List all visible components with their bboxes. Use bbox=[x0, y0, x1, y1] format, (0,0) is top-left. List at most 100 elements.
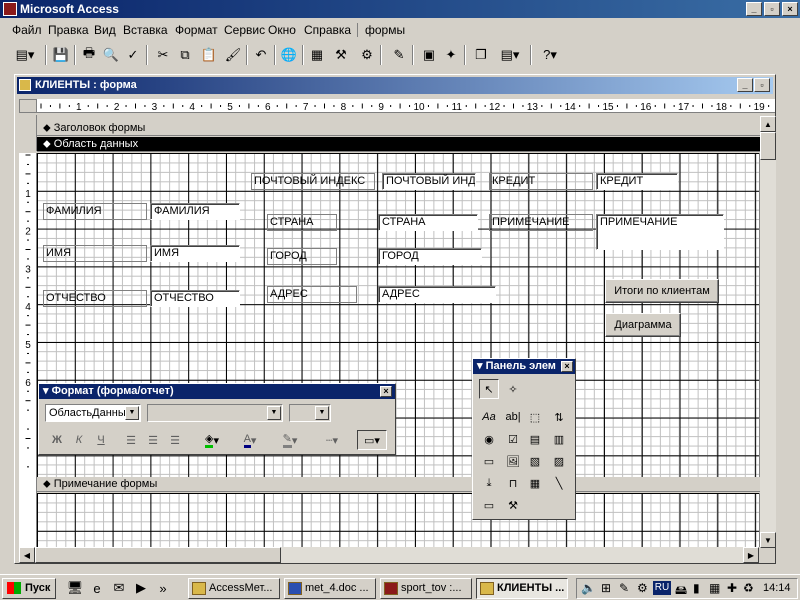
hscroll-thumb[interactable] bbox=[35, 547, 281, 563]
label-tool-icon[interactable]: Aa bbox=[479, 407, 499, 427]
more-quicklaunch-icon[interactable]: » bbox=[154, 579, 172, 597]
menu-file[interactable]: Файл bbox=[12, 23, 42, 37]
credit-label[interactable]: КРЕДИТ bbox=[489, 173, 593, 190]
select-objects-icon[interactable]: ↖ bbox=[479, 379, 499, 399]
font-size-select[interactable]: ▼ bbox=[289, 404, 331, 422]
task-access-folder[interactable]: AccessМет... bbox=[188, 578, 280, 599]
build-icon[interactable]: ✦ bbox=[440, 44, 462, 66]
volume-icon[interactable]: 🔈 bbox=[581, 581, 596, 595]
surname-field[interactable]: ФАМИЛИЯ bbox=[150, 203, 240, 220]
spelling-icon[interactable]: ✓ bbox=[122, 44, 144, 66]
form-icon[interactable] bbox=[19, 79, 31, 91]
zip-label[interactable]: ПОЧТОВЫЙ ИНДЕКС bbox=[251, 173, 375, 190]
address-field[interactable]: АДРЕС bbox=[378, 286, 496, 303]
option-group-icon[interactable]: ⬚ bbox=[525, 407, 545, 427]
copy-icon[interactable]: ⧉ bbox=[174, 44, 196, 66]
option-button-icon[interactable]: ◉ bbox=[479, 429, 499, 449]
horizontal-ruler[interactable]: 1 2 3 4 5 6 7 8 9 10 11 12 13 14 15 16 17 18 19 bbox=[37, 99, 775, 113]
line-color-icon[interactable]: ✎ ▾ bbox=[275, 430, 305, 450]
chevron-down-icon[interactable]: ▼ bbox=[125, 406, 139, 420]
align-center-icon[interactable]: ☰ bbox=[143, 430, 163, 450]
undo-icon[interactable]: ↶ bbox=[250, 44, 272, 66]
object-select[interactable]: ОбластьДанных ▼ bbox=[45, 404, 141, 422]
italic-button[interactable]: К bbox=[69, 430, 89, 450]
format-toolbar-title-bar[interactable]: ▾ Формат (форма/отчет) bbox=[39, 384, 395, 399]
unbound-object-frame-icon[interactable]: ▧ bbox=[525, 451, 545, 471]
credit-field[interactable]: КРЕДИТ bbox=[596, 173, 678, 190]
internet-explorer-icon[interactable]: e bbox=[88, 579, 106, 597]
name-label[interactable]: ИМЯ bbox=[43, 245, 147, 262]
detail-section-bar[interactable]: ⬥ Область данных bbox=[37, 137, 775, 152]
form-maximize-button[interactable]: ▫ bbox=[754, 78, 770, 92]
print-icon[interactable]: 🖶 bbox=[78, 44, 100, 66]
line-tool-icon[interactable]: ╲ bbox=[549, 473, 569, 493]
tray-app-icon[interactable]: ✚ bbox=[727, 581, 737, 595]
toolbox-icon[interactable]: ⚒ bbox=[330, 44, 352, 66]
menu-help[interactable]: Справка bbox=[304, 23, 351, 37]
view-dropdown-icon[interactable]: ▤▾ bbox=[8, 44, 42, 66]
format-toolbar-close-button[interactable]: × bbox=[380, 386, 392, 397]
chart-button[interactable]: Диаграмма bbox=[605, 313, 681, 337]
patronymic-label[interactable]: ОТЧЕСТВО bbox=[43, 290, 147, 307]
autoformat-icon[interactable]: ⚙ bbox=[356, 44, 378, 66]
command-button-icon[interactable]: ▭ bbox=[479, 451, 499, 471]
city-label[interactable]: ГОРОД bbox=[267, 248, 337, 265]
vertical-ruler[interactable]: 1 2 3 4 5 6 bbox=[19, 153, 37, 555]
city-field[interactable]: ГОРОД bbox=[378, 248, 482, 265]
fill-color-icon[interactable]: ◈ ▾ bbox=[197, 430, 227, 450]
horizontal-scrollbar[interactable]: ◀ ▶ bbox=[19, 547, 759, 563]
patronymic-field[interactable]: ОТЧЕСТВО bbox=[150, 290, 240, 307]
task-clients-form[interactable]: КЛИЕНТЫ ... bbox=[476, 578, 568, 599]
control-wizards-icon[interactable]: ✧ bbox=[503, 379, 523, 399]
chevron-down-icon[interactable]: ▼ bbox=[267, 406, 281, 420]
language-indicator[interactable]: RU bbox=[653, 581, 671, 595]
form-header-section-bar[interactable]: ⬥ Заголовок формы bbox=[37, 121, 775, 136]
menu-edit[interactable]: Правка bbox=[48, 23, 89, 37]
close-button[interactable]: × bbox=[782, 2, 798, 16]
toolbox-close-button[interactable]: × bbox=[561, 361, 573, 372]
clock[interactable]: 14:14 bbox=[763, 582, 791, 594]
textbox-tool-icon[interactable]: ab| bbox=[503, 407, 523, 427]
vscroll-thumb[interactable] bbox=[760, 132, 776, 160]
subform-icon[interactable]: ▦ bbox=[525, 473, 545, 493]
menu-forms[interactable]: формы bbox=[365, 23, 405, 37]
tray-app-icon[interactable]: ✎ bbox=[619, 581, 629, 595]
menu-view[interactable]: Вид bbox=[94, 23, 116, 37]
image-icon[interactable]: 🖼 bbox=[503, 451, 523, 471]
bold-button[interactable]: Ж bbox=[47, 430, 67, 450]
totals-by-clients-button[interactable]: Итоги по клиентам bbox=[605, 279, 719, 303]
scroll-down-button[interactable]: ▼ bbox=[760, 532, 776, 548]
address-label[interactable]: АДРЕС bbox=[267, 286, 357, 303]
country-label[interactable]: СТРАНА bbox=[267, 214, 337, 231]
access-app-icon[interactable] bbox=[3, 2, 17, 16]
panel-menu-arrow-icon[interactable]: ▾ bbox=[43, 385, 52, 397]
tray-app-icon[interactable]: ⚙ bbox=[637, 581, 648, 595]
hyperlink-icon[interactable]: 🌐 bbox=[278, 44, 300, 66]
outlook-icon[interactable]: ✉ bbox=[110, 579, 128, 597]
cut-icon[interactable]: ✂ bbox=[152, 44, 174, 66]
toolbox-title-bar[interactable]: ▾ Панель элем bbox=[473, 359, 575, 374]
scroll-right-button[interactable]: ▶ bbox=[743, 547, 759, 563]
scroll-up-button[interactable]: ▲ bbox=[760, 116, 776, 132]
minimize-button[interactable]: _ bbox=[746, 2, 762, 16]
line-width-icon[interactable]: ┄▾ bbox=[317, 430, 347, 450]
save-icon[interactable]: 💾 bbox=[50, 44, 72, 66]
database-window-icon[interactable]: ❐ bbox=[470, 44, 492, 66]
network-icon[interactable]: ⊞ bbox=[601, 581, 611, 595]
format-painter-icon[interactable]: 🖌 bbox=[222, 44, 244, 66]
more-controls-icon[interactable]: ⚒ bbox=[503, 495, 523, 515]
help-icon[interactable]: ?▾ bbox=[534, 44, 566, 66]
tab-control-icon[interactable]: ⊓ bbox=[503, 473, 523, 493]
media-player-icon[interactable]: ▶ bbox=[132, 579, 150, 597]
code-icon[interactable]: ✎ bbox=[388, 44, 410, 66]
font-color-icon[interactable]: A ▾ bbox=[235, 430, 265, 450]
align-right-icon[interactable]: ☰ bbox=[165, 430, 185, 450]
tray-app-icon[interactable]: ▮ bbox=[693, 581, 700, 595]
show-desktop-icon[interactable]: 🖥 bbox=[66, 579, 84, 597]
form-minimize-button[interactable]: _ bbox=[737, 78, 753, 92]
form-footer-section-bar[interactable]: ⬥ Примечание формы bbox=[37, 477, 775, 492]
combo-box-icon[interactable]: ▤ bbox=[525, 429, 545, 449]
scroll-left-button[interactable]: ◀ bbox=[19, 547, 35, 563]
special-effect-icon[interactable]: ▭▾ bbox=[357, 430, 387, 450]
tray-app-icon[interactable]: ♻ bbox=[743, 581, 754, 595]
